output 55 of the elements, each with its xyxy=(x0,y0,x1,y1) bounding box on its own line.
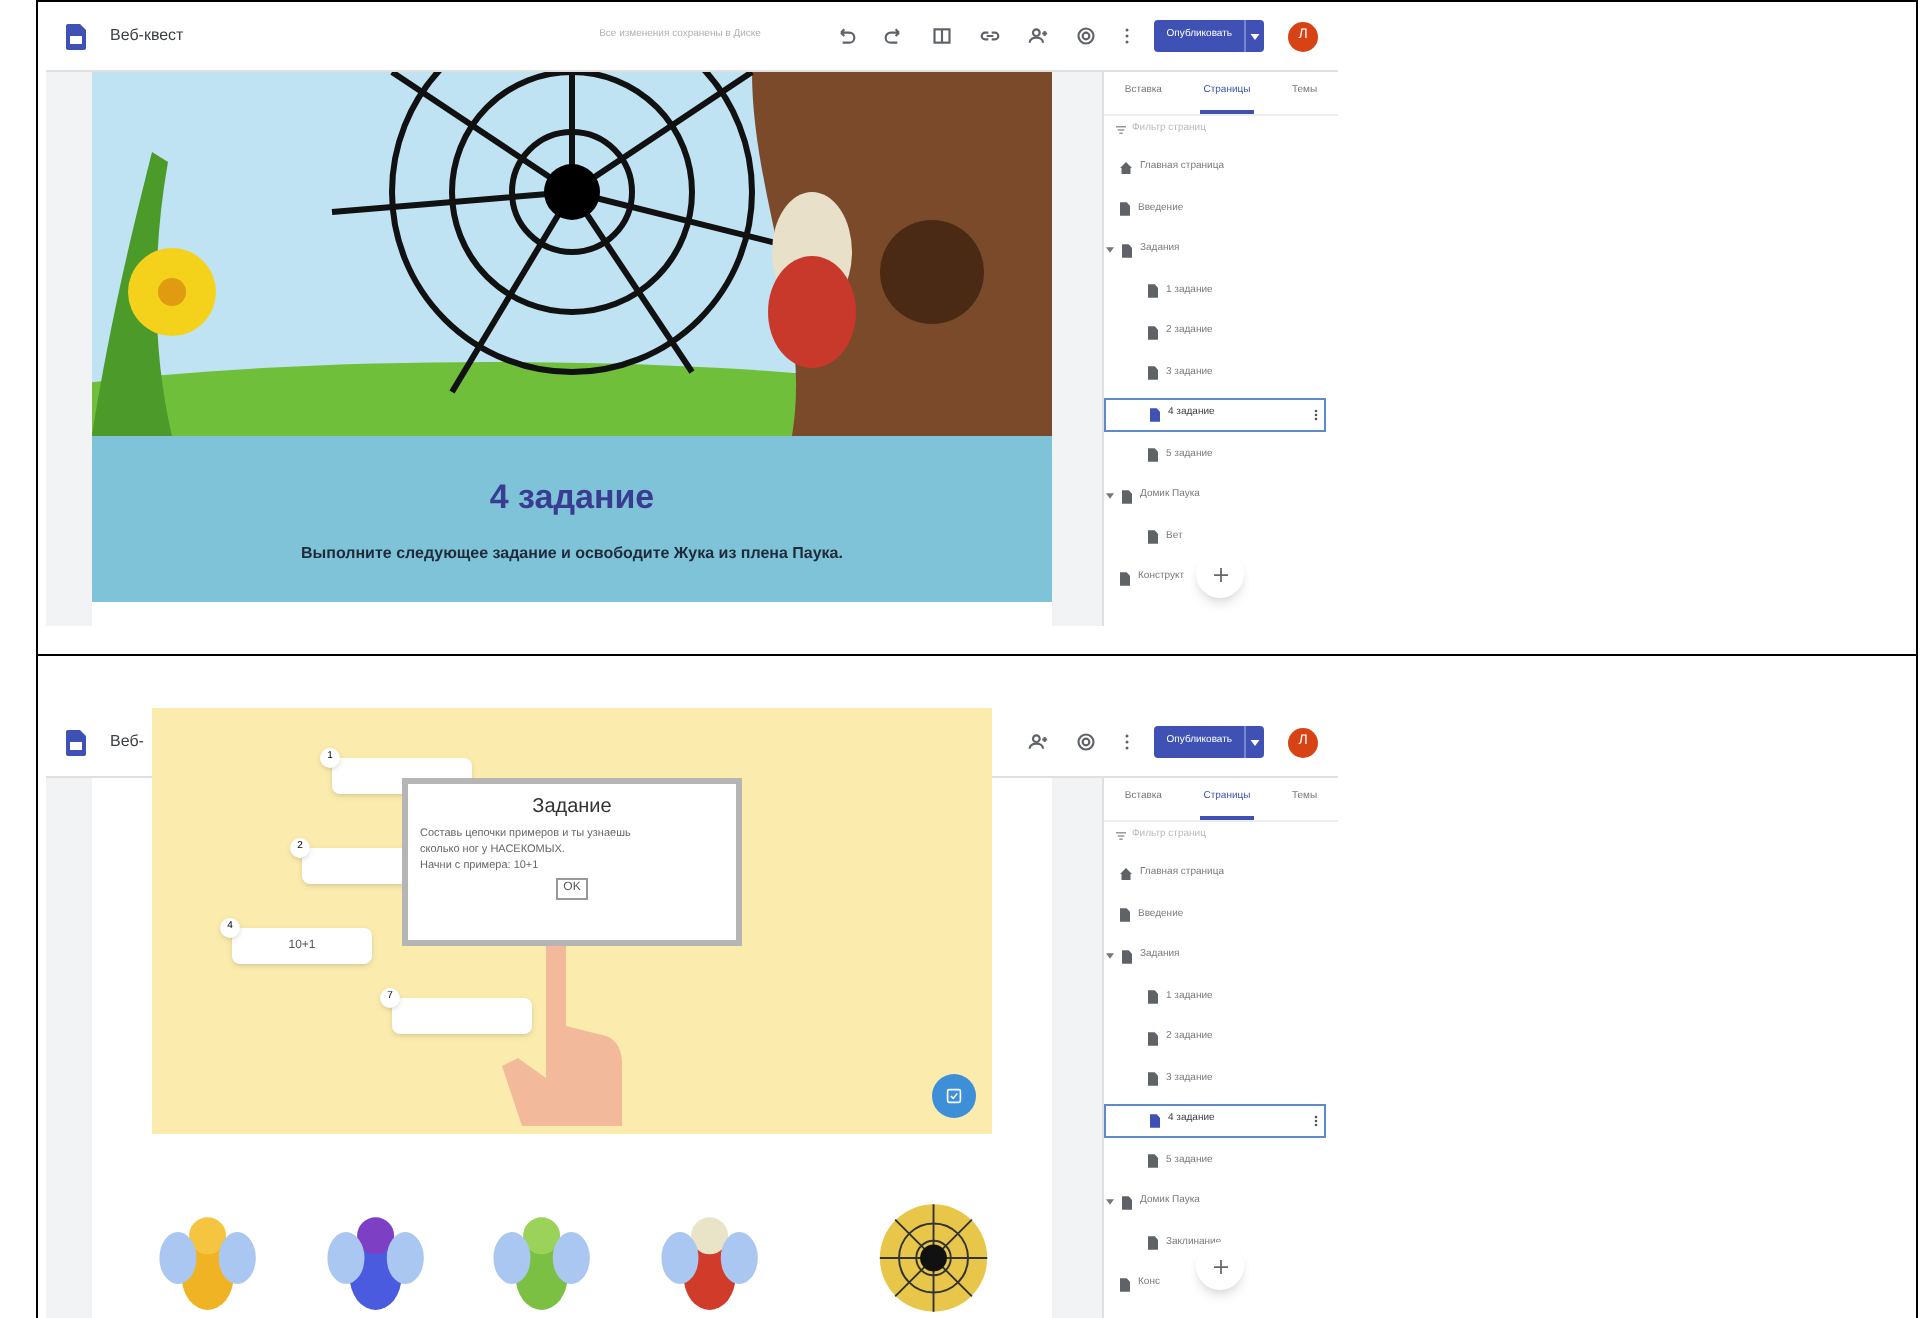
page-icon xyxy=(1120,571,1130,585)
add-page-button[interactable] xyxy=(1196,550,1244,598)
page-text: Выполните следующее задание и освободите Жука из плена Паука. xyxy=(301,542,843,567)
page-icon xyxy=(1148,1031,1158,1045)
plus-icon xyxy=(1213,1259,1227,1273)
publish-options-button[interactable] xyxy=(1244,726,1264,758)
filter-icon xyxy=(1116,125,1126,133)
undo-icon[interactable] xyxy=(836,26,857,46)
page-icon xyxy=(1150,1113,1160,1127)
settings-icon[interactable] xyxy=(1076,26,1097,46)
page-icon xyxy=(1148,1236,1158,1250)
checkbox-icon xyxy=(946,1088,962,1104)
page-icon xyxy=(1148,366,1158,380)
redo-icon[interactable] xyxy=(884,26,905,46)
settings-icon[interactable] xyxy=(1076,732,1097,752)
check-button[interactable] xyxy=(932,1074,976,1118)
plus-icon xyxy=(1213,567,1227,581)
page-icon xyxy=(1148,990,1158,1004)
home-icon xyxy=(1120,162,1132,174)
site-title[interactable]: Веб- xyxy=(110,730,144,754)
caret-icon[interactable] xyxy=(1106,492,1114,500)
page-icon xyxy=(1120,1277,1130,1291)
page-icon xyxy=(1148,448,1158,462)
publish-options-button[interactable] xyxy=(1244,20,1264,52)
filter-icon xyxy=(1116,831,1126,839)
page-icon xyxy=(1148,530,1158,544)
more-icon[interactable] xyxy=(1124,732,1131,752)
page-icon xyxy=(1148,1072,1158,1086)
preview-icon[interactable] xyxy=(932,26,953,46)
site-title[interactable]: Веб-квест xyxy=(110,24,184,48)
add-page-button[interactable] xyxy=(1196,1242,1244,1290)
page-icon xyxy=(1148,325,1158,339)
home-icon xyxy=(1120,868,1132,880)
page-icon xyxy=(1120,908,1130,922)
caret-icon[interactable] xyxy=(1106,246,1114,254)
page-heading: 4 задание xyxy=(489,475,655,520)
add-person-icon[interactable] xyxy=(1028,26,1049,46)
caret-icon xyxy=(1250,33,1260,39)
link-icon[interactable] xyxy=(980,26,1001,46)
page-icon xyxy=(1122,1195,1132,1209)
page-icon xyxy=(1122,243,1132,257)
page-icon xyxy=(1148,1154,1158,1168)
caret-icon xyxy=(1250,739,1260,745)
sites-logo-icon xyxy=(66,23,86,49)
dialog-title: Задание xyxy=(532,794,612,822)
caret-icon[interactable] xyxy=(1106,1198,1114,1206)
more-icon[interactable] xyxy=(1124,26,1131,46)
add-person-icon[interactable] xyxy=(1028,732,1049,752)
page-icon xyxy=(1122,949,1132,963)
page-icon xyxy=(1150,407,1160,421)
page-icon xyxy=(1148,284,1158,298)
page-icon xyxy=(1122,489,1132,503)
page-icon xyxy=(1120,202,1130,216)
sites-logo-icon xyxy=(66,729,86,755)
caret-icon[interactable] xyxy=(1106,952,1114,960)
